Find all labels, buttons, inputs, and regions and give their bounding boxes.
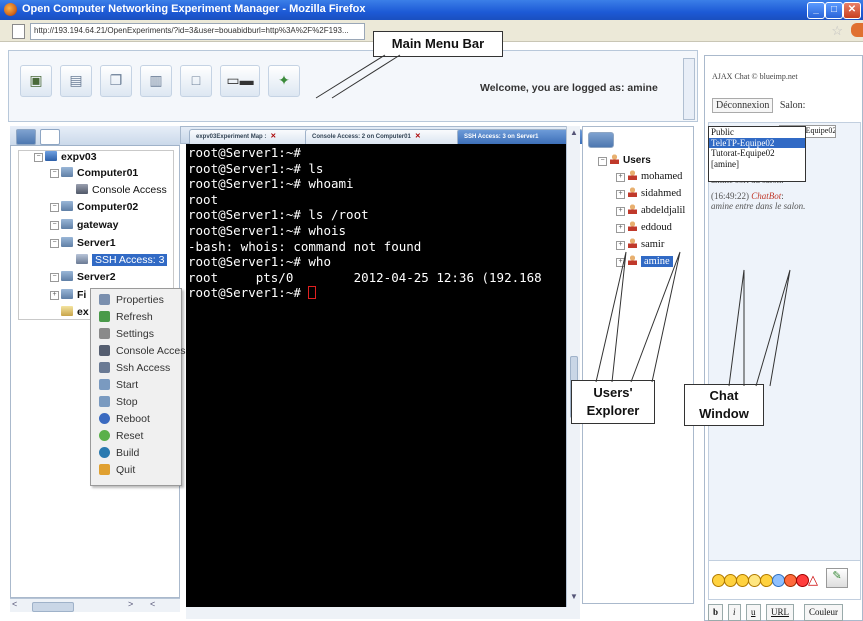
annotation-pointer-lines — [315, 54, 791, 387]
